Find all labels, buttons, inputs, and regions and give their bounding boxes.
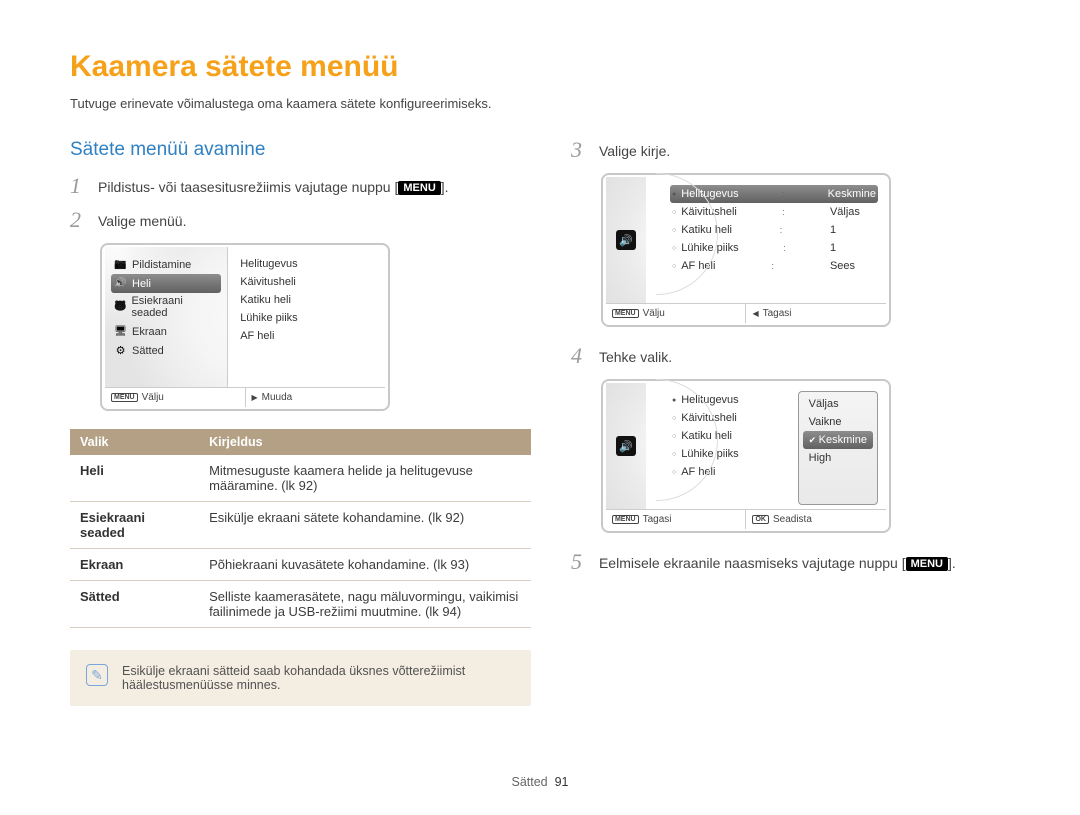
step-1: 1 Pildistus- või taasesitusrežiimis vaju… bbox=[70, 175, 531, 197]
submenu-item: Helitugevus bbox=[238, 255, 377, 273]
arc-decoration bbox=[646, 177, 664, 303]
page-title: Kaamera sätete menüü bbox=[70, 50, 1010, 84]
child-icon bbox=[114, 301, 126, 314]
note-box: ✎ Esikülje ekraani sätteid saab kohandad… bbox=[70, 650, 531, 706]
popup-option: Väljas bbox=[803, 395, 873, 413]
lcd-left-pane: Pildistamine Heli Esiekraani seaded Ekra… bbox=[105, 247, 228, 387]
triangle-right-icon: ▶ bbox=[252, 393, 258, 402]
step1-text-post: ]. bbox=[441, 179, 449, 195]
step5-text-post: ]. bbox=[948, 555, 956, 571]
step-2: 2 Valige menüü. bbox=[70, 209, 531, 231]
value-popup: Väljas Vaikne Keskmine High bbox=[798, 391, 878, 505]
lcd-screenshot-value-select: 🔊 Helitugevus Käivitusheli Katiku heli L… bbox=[601, 379, 891, 533]
section-heading: Sätete menüü avamine bbox=[70, 139, 531, 161]
page-footer: Sätted 91 bbox=[0, 775, 1080, 789]
triangle-left-icon: ◀ bbox=[752, 309, 758, 318]
lcd-right-pane: Helitugevus Käivitusheli Katiku heli Lüh… bbox=[228, 247, 385, 387]
table-head-desc: Kirjeldus bbox=[199, 429, 531, 455]
table-head-option: Valik bbox=[70, 429, 199, 455]
sound-icon bbox=[114, 277, 127, 290]
note-text: Esikülje ekraani sätteid saab kohandada … bbox=[122, 664, 515, 692]
lcd-footer: MENUVälju ◀Tagasi bbox=[606, 303, 886, 323]
step-number: 1 bbox=[70, 175, 88, 197]
lcd-left-icon-pane: 🔊 bbox=[606, 383, 646, 509]
popup-option: Vaikne bbox=[803, 413, 873, 431]
menu-badge-small: MENU bbox=[612, 515, 639, 524]
step-3: 3 Valige kirje. bbox=[571, 139, 1010, 161]
step4-text: Tehke valik. bbox=[599, 345, 672, 365]
table-row: Esiekraani seadedEsikülje ekraani sätete… bbox=[70, 502, 531, 549]
submenu-item: AF heli bbox=[238, 327, 377, 345]
submenu-item: Lühike piiks bbox=[238, 309, 377, 327]
left-column: Sätete menüü avamine 1 Pildistus- või ta… bbox=[70, 139, 531, 706]
menu-item-ekraan: Ekraan bbox=[111, 322, 221, 341]
menu-badge-small: MENU bbox=[111, 393, 138, 402]
step-5: 5 Eelmisele ekraanile naasmiseks vajutag… bbox=[571, 551, 1010, 573]
step2-text: Valige menüü. bbox=[98, 209, 186, 229]
table-row: SättedSelliste kaamerasätete, nagu mäluv… bbox=[70, 581, 531, 628]
step-number: 5 bbox=[571, 551, 589, 573]
lcd-footer: MENUTagasi OKSeadista bbox=[606, 509, 886, 529]
submenu-item: Katiku heli bbox=[238, 291, 377, 309]
ok-badge-small: OK bbox=[752, 515, 769, 524]
lcd-screenshot-menu: Pildistamine Heli Esiekraani seaded Ekra… bbox=[100, 243, 390, 411]
options-table: Valik Kirjeldus HeliMitmesuguste kaamera… bbox=[70, 429, 531, 628]
camera-icon bbox=[114, 258, 127, 271]
popup-option: High bbox=[803, 449, 873, 467]
menu-item-heli: Heli bbox=[111, 274, 221, 293]
table-row: HeliMitmesuguste kaamera helide ja helit… bbox=[70, 455, 531, 502]
lcd-footer: MENUVälju ▶Muuda bbox=[105, 387, 385, 407]
note-icon: ✎ bbox=[86, 664, 108, 686]
menu-badge: MENU bbox=[398, 181, 440, 195]
menu-item-esiekraani: Esiekraani seaded bbox=[111, 293, 221, 322]
step-number: 3 bbox=[571, 139, 589, 161]
table-row: EkraanPõhiekraani kuvasätete kohandamine… bbox=[70, 549, 531, 581]
menu-badge-small: MENU bbox=[612, 309, 639, 318]
lcd-screenshot-item-select: 🔊 Helitugevus:Keskmine Käivitusheli:Välj… bbox=[601, 173, 891, 327]
submenu-item: Käivitusheli bbox=[238, 273, 377, 291]
page-intro: Tutvuge erinevate võimalustega oma kaame… bbox=[70, 96, 1010, 111]
menu-item-satted: Sätted bbox=[111, 341, 221, 360]
lcd-left-icon-pane: 🔊 bbox=[606, 177, 646, 303]
step5-text-pre: Eelmisele ekraanile naasmiseks vajutage … bbox=[599, 555, 906, 571]
right-column: 3 Valige kirje. 🔊 Helitugevus:Keskmine K… bbox=[571, 139, 1010, 706]
arc-decoration bbox=[646, 383, 664, 509]
popup-option-selected: Keskmine bbox=[803, 431, 873, 449]
gear-icon bbox=[114, 344, 127, 357]
menu-item-pildistamine: Pildistamine bbox=[111, 255, 221, 274]
step-4: 4 Tehke valik. bbox=[571, 345, 1010, 367]
step-number: 2 bbox=[70, 209, 88, 231]
menu-badge: MENU bbox=[906, 557, 948, 571]
speaker-icon: 🔊 bbox=[616, 436, 636, 456]
step3-text: Valige kirje. bbox=[599, 139, 670, 159]
step-number: 4 bbox=[571, 345, 589, 367]
step1-text-pre: Pildistus- või taasesitusrežiimis vajuta… bbox=[98, 179, 398, 195]
speaker-icon: 🔊 bbox=[616, 230, 636, 250]
screen-icon bbox=[114, 325, 127, 338]
